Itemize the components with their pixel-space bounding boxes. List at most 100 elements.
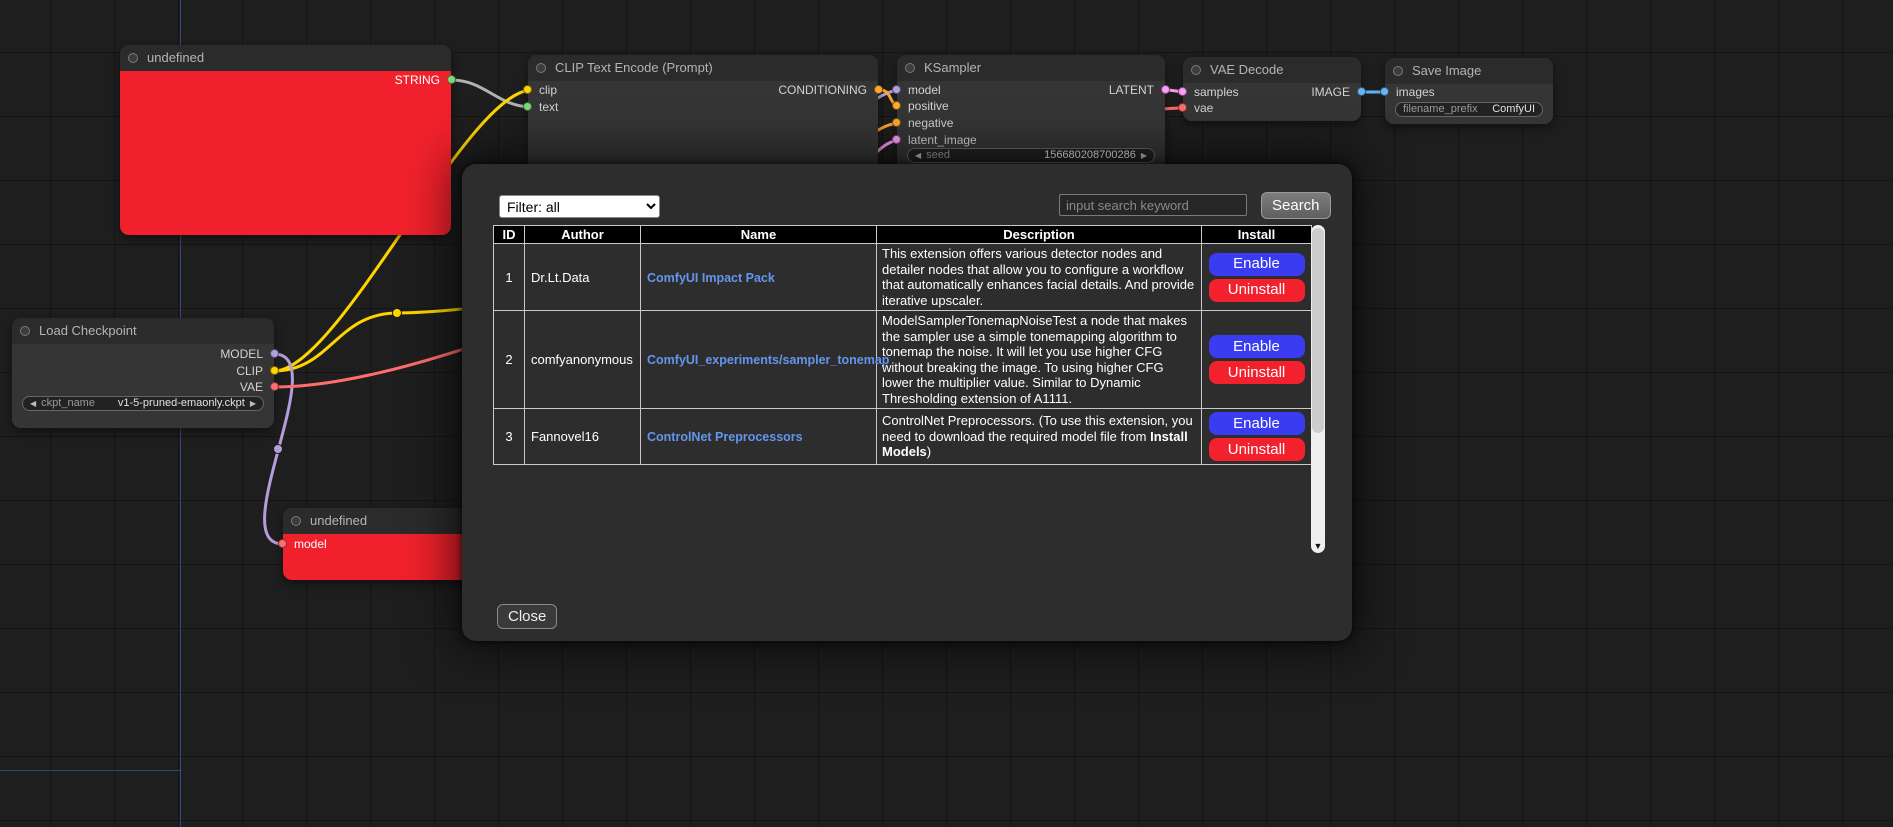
node-load-checkpoint[interactable]: Load Checkpoint MODEL CLIP VAE ◀ ckpt_na… xyxy=(12,318,274,428)
uninstall-button[interactable]: Uninstall xyxy=(1209,361,1305,384)
output-dot-vae[interactable] xyxy=(270,382,279,391)
node-collapse-dot[interactable] xyxy=(905,63,915,73)
node-title: Load Checkpoint xyxy=(39,323,137,338)
widget-value: v1-5-pruned-emaonly.ckpt xyxy=(118,397,245,410)
widget-value: ComfyUI xyxy=(1492,103,1535,116)
uninstall-button[interactable]: Uninstall xyxy=(1209,438,1305,461)
output-label: IMAGE xyxy=(1311,85,1350,99)
node-undefined-top[interactable]: undefined STRING xyxy=(120,45,451,235)
node-title: undefined xyxy=(310,513,367,528)
row-author: comfyanonymous xyxy=(525,311,641,409)
uninstall-button[interactable]: Uninstall xyxy=(1209,279,1305,302)
close-button[interactable]: Close xyxy=(497,604,557,629)
scrollbar-thumb[interactable] xyxy=(1312,228,1324,433)
output-dot-image[interactable] xyxy=(1357,87,1366,96)
input-label: negative xyxy=(908,116,953,130)
output-label: CONDITIONING xyxy=(778,83,867,97)
input-dot-positive[interactable] xyxy=(892,101,901,110)
node-title: CLIP Text Encode (Prompt) xyxy=(555,60,713,75)
header-id: ID xyxy=(494,226,525,244)
output-dot-string[interactable] xyxy=(447,75,456,84)
input-label: latent_image xyxy=(908,133,977,147)
table-row: 3 Fannovel16 ControlNet Preprocessors Co… xyxy=(494,409,1312,465)
input-dot-negative[interactable] xyxy=(892,118,901,127)
node-ksampler[interactable]: KSampler model positive negative latent_… xyxy=(897,55,1165,170)
output-dot-conditioning[interactable] xyxy=(874,85,883,94)
output-label: VAE xyxy=(240,380,263,394)
table-header-row: ID Author Name Description Install xyxy=(494,226,1312,244)
arrow-left-icon[interactable]: ◀ xyxy=(915,149,921,162)
scroll-down-icon[interactable]: ▼ xyxy=(1311,540,1325,552)
enable-button[interactable]: Enable xyxy=(1209,335,1305,358)
table-row: 2 comfyanonymous ComfyUI_experiments/sam… xyxy=(494,311,1312,409)
widget-label: ckpt_name xyxy=(41,397,95,410)
header-install: Install xyxy=(1202,226,1312,244)
input-label: text xyxy=(539,100,558,114)
input-dot-vae[interactable] xyxy=(1178,103,1187,112)
extension-table: ID Author Name Description Install 1 Dr.… xyxy=(493,225,1312,465)
extension-table-area: ID Author Name Description Install 1 Dr.… xyxy=(493,225,1325,553)
header-name: Name xyxy=(641,226,877,244)
node-collapse-dot[interactable] xyxy=(1393,66,1403,76)
node-title: Save Image xyxy=(1412,63,1481,78)
input-dot-text[interactable] xyxy=(523,102,532,111)
row-id: 2 xyxy=(494,311,525,409)
output-label: STRING xyxy=(395,73,440,87)
table-scrollbar[interactable]: ▼ xyxy=(1311,225,1325,553)
output-label: MODEL xyxy=(220,347,263,361)
node-collapse-dot[interactable] xyxy=(291,516,301,526)
seed-widget[interactable]: ◀ seed 156680208700286 ▶ xyxy=(907,148,1155,163)
enable-button[interactable]: Enable xyxy=(1209,253,1305,276)
output-label: CLIP xyxy=(236,364,263,378)
enable-button[interactable]: Enable xyxy=(1209,412,1305,435)
search-input[interactable] xyxy=(1059,194,1247,216)
row-id: 1 xyxy=(494,244,525,311)
input-label: model xyxy=(294,537,327,551)
node-title: undefined xyxy=(147,50,204,65)
link-dot-clip xyxy=(393,309,402,318)
canvas-origin-hline xyxy=(0,770,181,771)
input-label: positive xyxy=(908,99,949,113)
output-dot-latent[interactable] xyxy=(1161,85,1170,94)
filter-select[interactable]: Filter: all xyxy=(499,195,660,218)
header-description: Description xyxy=(877,226,1202,244)
ckpt-name-widget[interactable]: ◀ ckpt_name v1-5-pruned-emaonly.ckpt ▶ xyxy=(22,396,264,411)
input-dot-images[interactable] xyxy=(1380,87,1389,96)
widget-label: filename_prefix xyxy=(1403,103,1478,116)
input-label: vae xyxy=(1194,101,1213,115)
output-label: LATENT xyxy=(1109,83,1154,97)
node-collapse-dot[interactable] xyxy=(1191,65,1201,75)
widget-label: seed xyxy=(926,149,950,162)
extension-link[interactable]: ControlNet Preprocessors xyxy=(647,430,803,444)
row-author: Dr.Lt.Data xyxy=(525,244,641,311)
node-collapse-dot[interactable] xyxy=(536,63,546,73)
input-label: images xyxy=(1396,85,1435,99)
row-description: ModelSamplerTonemapNoiseTest a node that… xyxy=(877,311,1202,409)
table-row: 1 Dr.Lt.Data ComfyUI Impact Pack This ex… xyxy=(494,244,1312,311)
arrow-right-icon[interactable]: ▶ xyxy=(1141,149,1147,162)
node-collapse-dot[interactable] xyxy=(20,326,30,336)
extension-link[interactable]: ComfyUI_experiments/sampler_tonemap xyxy=(647,353,889,367)
input-dot-model[interactable] xyxy=(278,539,287,548)
custom-nodes-dialog: Filter: all Search ID Author Name Descri… xyxy=(462,164,1352,641)
row-author: Fannovel16 xyxy=(525,409,641,465)
output-dot-model[interactable] xyxy=(270,349,279,358)
link-dot-model xyxy=(274,445,283,454)
node-save-image[interactable]: Save Image images filename_prefix ComfyU… xyxy=(1385,58,1553,124)
node-vae-decode[interactable]: VAE Decode samples vae IMAGE xyxy=(1183,57,1361,121)
row-description: ControlNet Preprocessors. (To use this e… xyxy=(877,409,1202,465)
extension-link[interactable]: ComfyUI Impact Pack xyxy=(647,271,775,285)
node-collapse-dot[interactable] xyxy=(128,53,138,63)
input-dot-latent-image[interactable] xyxy=(892,135,901,144)
row-description: This extension offers various detector n… xyxy=(877,244,1202,311)
filename-prefix-widget[interactable]: filename_prefix ComfyUI xyxy=(1395,102,1543,117)
search-button[interactable]: Search xyxy=(1261,192,1331,219)
node-title: KSampler xyxy=(924,60,981,75)
row-id: 3 xyxy=(494,409,525,465)
arrow-left-icon[interactable]: ◀ xyxy=(30,397,36,410)
wire-string-to-text xyxy=(451,80,532,107)
arrow-right-icon[interactable]: ▶ xyxy=(250,397,256,410)
output-dot-clip[interactable] xyxy=(270,366,279,375)
node-title: VAE Decode xyxy=(1210,62,1283,77)
header-author: Author xyxy=(525,226,641,244)
